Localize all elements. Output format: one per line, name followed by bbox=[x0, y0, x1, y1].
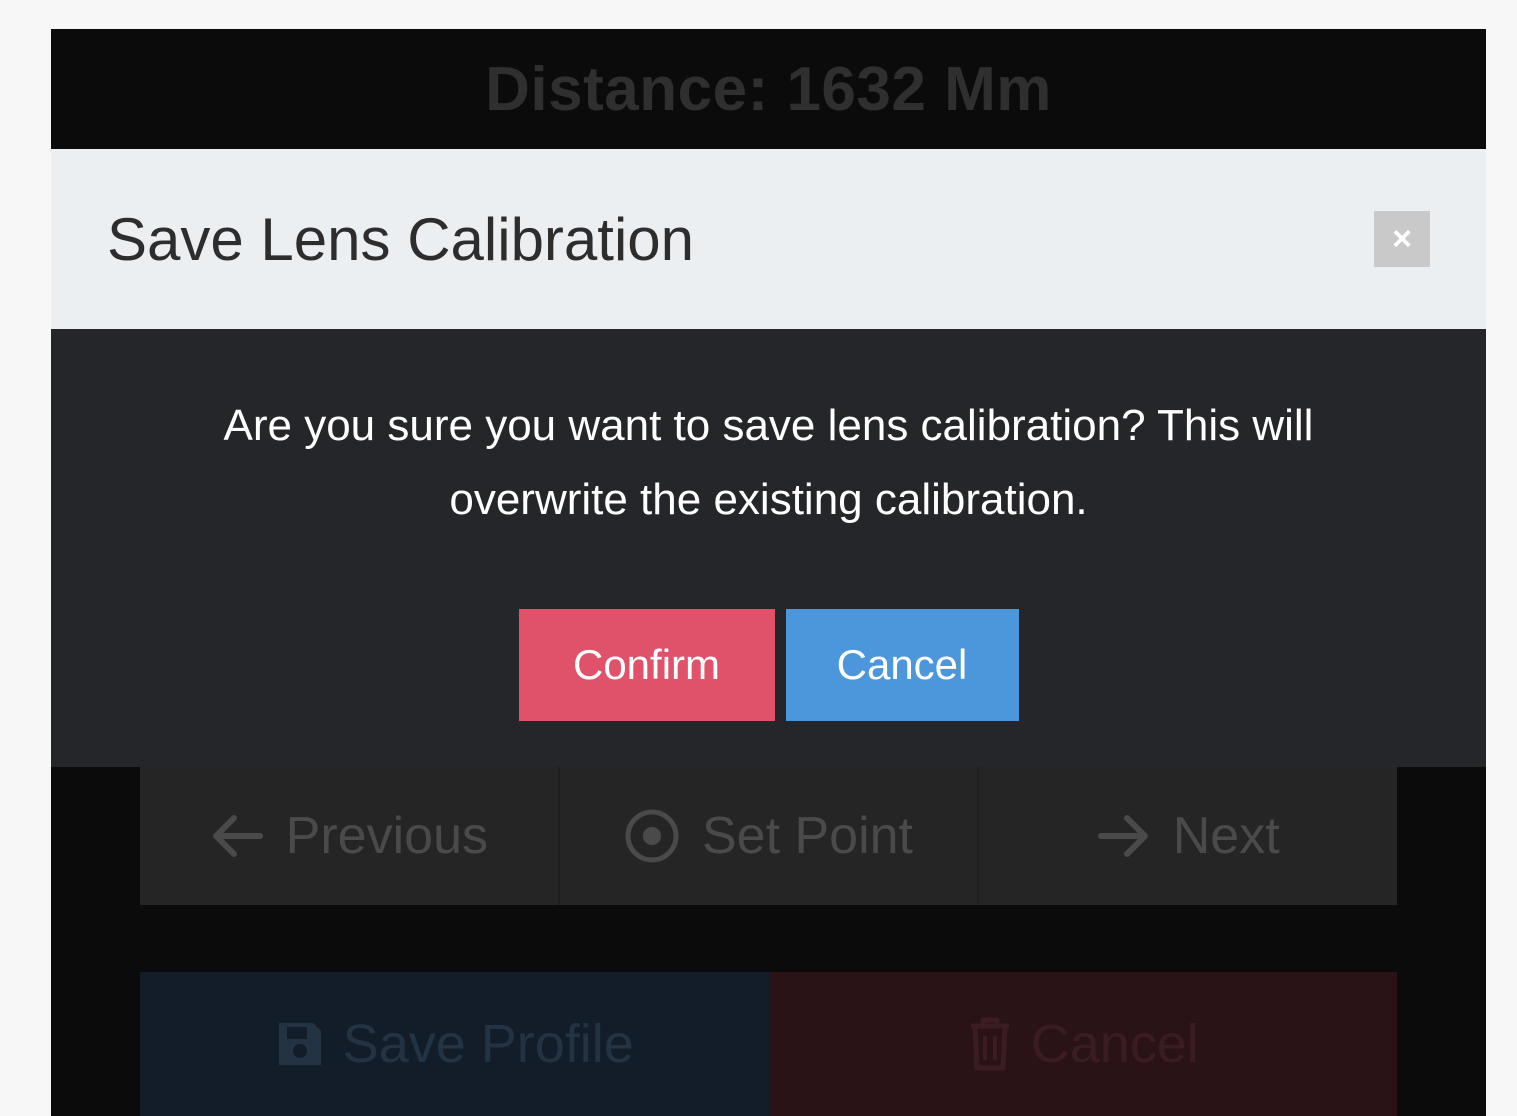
modal-header: Save Lens Calibration × bbox=[51, 149, 1486, 329]
modal-message: Are you sure you want to save lens calib… bbox=[223, 401, 1314, 524]
set-point-label: Set Point bbox=[701, 807, 914, 865]
close-icon[interactable]: × bbox=[1374, 211, 1430, 267]
target-icon bbox=[624, 808, 680, 864]
set-point-button[interactable]: Set Point bbox=[560, 767, 980, 905]
distance-readout: Distance: 1632 Mm bbox=[485, 54, 1052, 124]
save-profile-button[interactable]: Save Profile bbox=[140, 972, 769, 1116]
modal-body: Are you sure you want to save lens calib… bbox=[51, 329, 1486, 767]
confirm-button[interactable]: Confirm bbox=[518, 609, 775, 721]
next-label: Next bbox=[1172, 807, 1280, 865]
arrow-right-icon bbox=[1097, 813, 1151, 859]
previous-label: Previous bbox=[285, 807, 488, 865]
profile-action-bar: Save Profile Cancel bbox=[140, 972, 1397, 1116]
cancel-profile-button[interactable]: Cancel bbox=[768, 972, 1397, 1116]
cancel-profile-label: Cancel bbox=[1030, 1014, 1199, 1074]
modal-actions: Confirm Cancel bbox=[518, 609, 1019, 721]
modal-title: Save Lens Calibration bbox=[107, 205, 695, 273]
floppy-disk-icon bbox=[275, 1019, 325, 1069]
trash-icon bbox=[967, 1016, 1013, 1072]
point-nav-bar: Previous Set Point Next bbox=[140, 767, 1397, 905]
save-profile-label: Save Profile bbox=[342, 1014, 634, 1074]
previous-button[interactable]: Previous bbox=[140, 767, 560, 905]
next-button[interactable]: Next bbox=[979, 767, 1397, 905]
arrow-left-icon bbox=[210, 813, 264, 859]
cancel-button[interactable]: Cancel bbox=[785, 609, 1019, 721]
